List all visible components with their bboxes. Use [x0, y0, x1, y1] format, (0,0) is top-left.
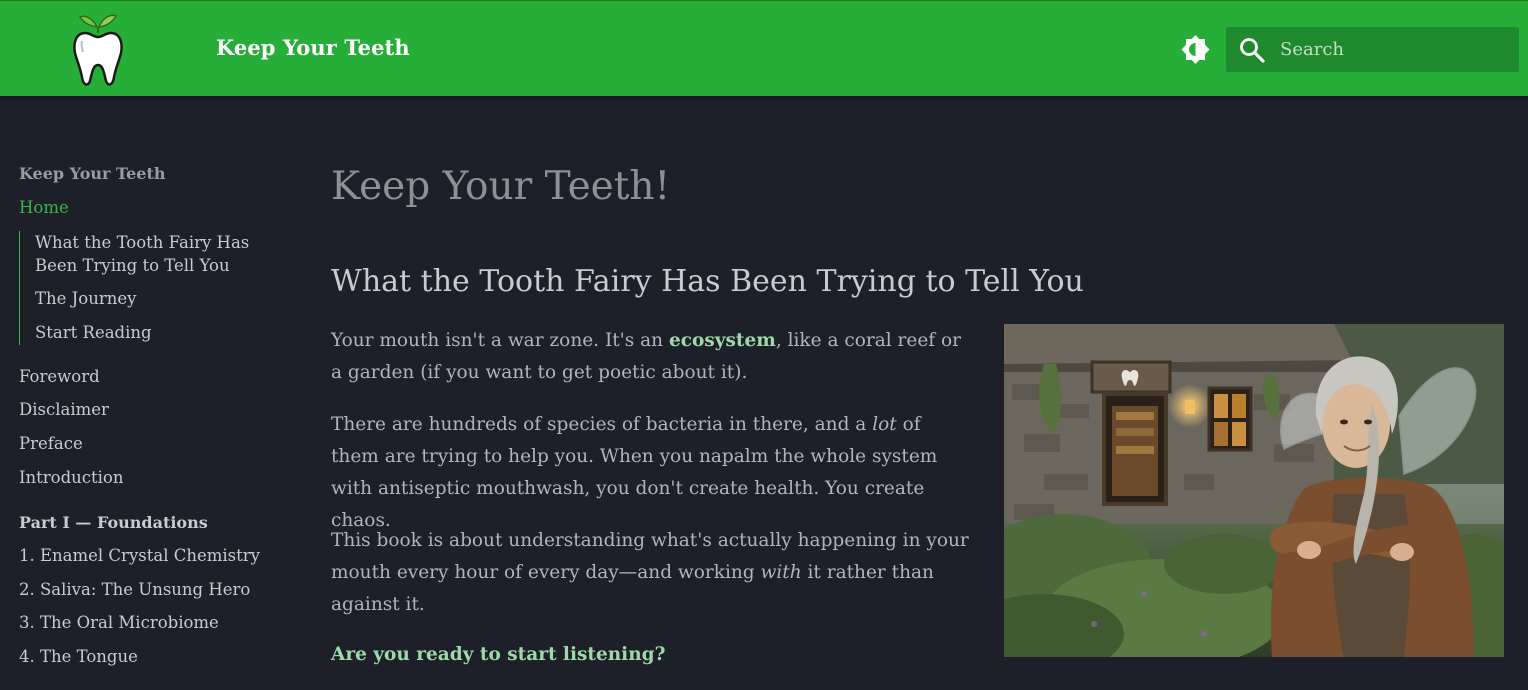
- p2-text-before: There are hundreds of species of bacteri…: [331, 414, 873, 435]
- search-box[interactable]: [1226, 27, 1519, 72]
- p3-emphasis: with: [760, 562, 802, 583]
- search-icon[interactable]: [1239, 37, 1265, 63]
- intro-paragraph-1: Your mouth isn't a war zone. It's an eco…: [331, 325, 971, 389]
- brightness-icon[interactable]: [1180, 34, 1211, 65]
- p1-text-before: Your mouth isn't a war zone. It's an: [331, 330, 669, 351]
- tooth-fairy-illustration: [1004, 324, 1504, 657]
- sidebar-item-microbiome[interactable]: 3. The Oral Microbiome: [19, 613, 219, 632]
- tooth-logo-icon[interactable]: [70, 9, 126, 89]
- site-title[interactable]: Keep Your Teeth: [216, 35, 410, 60]
- intro-paragraph-2: There are hundreds of species of bacteri…: [331, 409, 971, 537]
- p2-emphasis: lot: [872, 414, 897, 435]
- top-bar: Keep Your Teeth: [0, 0, 1528, 96]
- sidebar-home-submenu: What the Tooth Fairy Has Been Trying to …: [19, 231, 279, 345]
- sidebar-item-disclaimer[interactable]: Disclaimer: [19, 400, 109, 419]
- sidebar-item-tongue[interactable]: 4. The Tongue: [19, 647, 138, 666]
- sidebar-item-enamel[interactable]: 1. Enamel Crystal Chemistry: [19, 546, 260, 565]
- sidebar-item-home[interactable]: Home: [19, 198, 69, 217]
- page-title: Keep Your Teeth!: [331, 164, 671, 209]
- ecosystem-link[interactable]: ecosystem: [669, 330, 776, 351]
- intro-paragraph-3: This book is about understanding what's …: [331, 525, 971, 621]
- sidebar-item-preface[interactable]: Preface: [19, 434, 83, 453]
- sidebar-item-saliva[interactable]: 2. Saliva: The Unsung Hero: [19, 580, 250, 599]
- section-heading: What the Tooth Fairy Has Been Trying to …: [331, 264, 1084, 299]
- sidebar-item-the-journey[interactable]: The Journey: [35, 287, 136, 310]
- call-to-action-link[interactable]: Are you ready to start listening?: [331, 644, 665, 665]
- sidebar-site-title[interactable]: Keep Your Teeth: [19, 164, 165, 183]
- sidebar-item-foreword[interactable]: Foreword: [19, 367, 100, 386]
- sidebar-part-heading: Part I — Foundations: [19, 513, 208, 532]
- sidebar-item-tooth-fairy[interactable]: What the Tooth Fairy Has Been Trying to …: [35, 231, 265, 277]
- sidebar-item-introduction[interactable]: Introduction: [19, 468, 124, 487]
- sidebar-item-start-reading[interactable]: Start Reading: [35, 321, 152, 344]
- search-input[interactable]: [1280, 27, 1510, 72]
